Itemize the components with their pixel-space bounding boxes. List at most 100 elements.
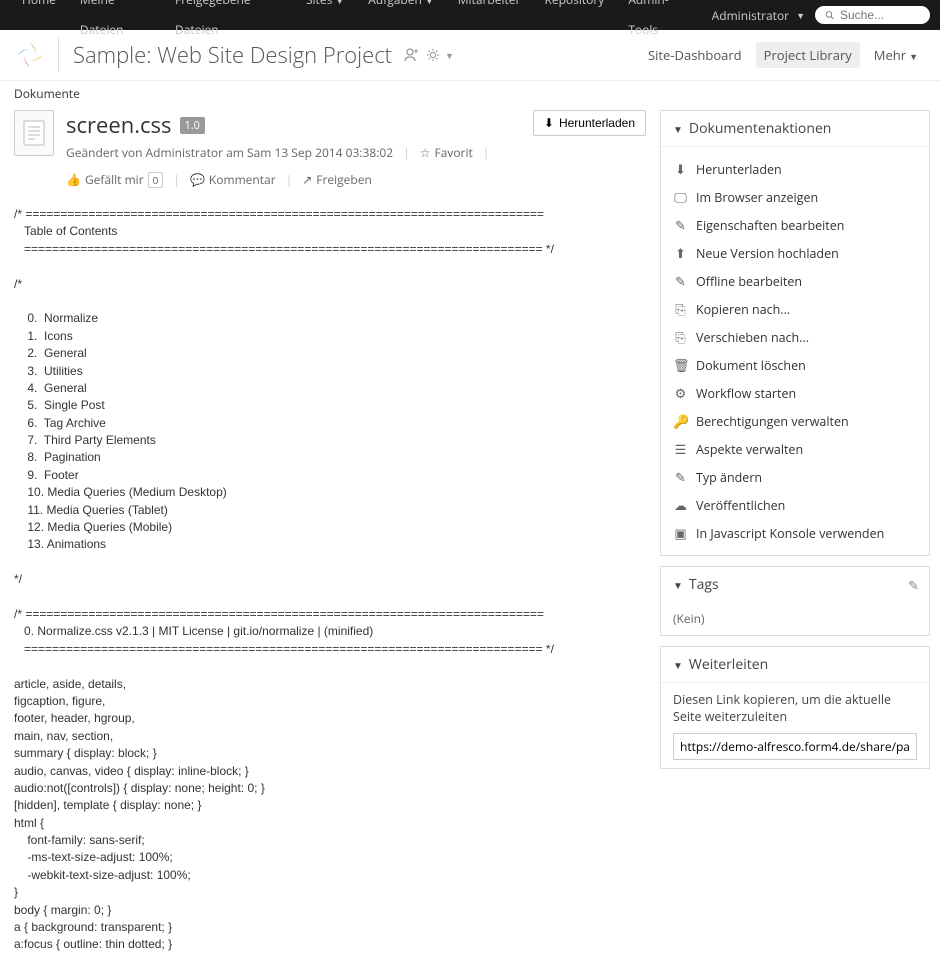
action-item[interactable]: ⬆ Neue Version hochladen bbox=[673, 239, 917, 267]
action-item[interactable]: ⎘ Verschieben nach... bbox=[673, 323, 917, 351]
action-label: Verschieben nach... bbox=[696, 329, 809, 346]
action-label: Offline bearbeiten bbox=[696, 273, 802, 290]
chevron-down-icon: ▼ bbox=[425, 0, 434, 7]
document-header: screen.css 1.0 Geändert von Administrato… bbox=[14, 110, 646, 188]
delete-icon: 🗑 bbox=[673, 356, 688, 374]
share-icon: ↗ bbox=[302, 171, 312, 188]
action-item[interactable]: ✎ Offline bearbeiten bbox=[673, 267, 917, 295]
gear-icon[interactable]: ▼ bbox=[426, 47, 454, 63]
nav-item[interactable]: Freigegebene Dateien bbox=[163, 0, 294, 45]
browser-icon: 🖵 bbox=[673, 188, 688, 206]
document-preview: /* =====================================… bbox=[14, 206, 646, 954]
site-nav-item[interactable]: Project Library bbox=[756, 42, 860, 68]
change-type-icon: ✎ bbox=[673, 468, 688, 486]
action-item[interactable]: 🔑 Berechtigungen verwalten bbox=[673, 407, 917, 435]
action-label: Typ ändern bbox=[696, 469, 762, 486]
chevron-down-icon: ▼ bbox=[335, 0, 344, 7]
action-label: Im Browser anzeigen bbox=[696, 189, 818, 206]
site-title: Sample: Web Site Design Project ▼ bbox=[73, 40, 640, 70]
document-type-icon bbox=[14, 110, 54, 156]
collapse-icon: ▼ bbox=[673, 658, 683, 672]
nav-item[interactable]: Sites▼ bbox=[294, 0, 356, 45]
actions-list: ⬇ Herunterladen 🖵 Im Browser anzeigen ✎ Eigen… bbox=[661, 147, 929, 555]
action-item[interactable]: 🗑 Dokument löschen bbox=[673, 351, 917, 379]
action-item[interactable]: ✎ Eigenschaften bearbeiten bbox=[673, 211, 917, 239]
share-panel: ▼Weiterleiten Diesen Link kopieren, um d… bbox=[660, 646, 930, 769]
chevron-down-icon: ▼ bbox=[796, 9, 805, 22]
user-name: Administrator bbox=[712, 7, 789, 24]
action-label: Neue Version hochladen bbox=[696, 245, 839, 262]
publish-icon: ☁ bbox=[673, 496, 688, 514]
action-label: Berechtigungen verwalten bbox=[696, 413, 849, 430]
panel-header[interactable]: ▼Tags bbox=[661, 567, 898, 602]
nav-item[interactable]: Aufgaben▼ bbox=[356, 0, 446, 45]
global-header: HomeMeine DateienFreigegebene DateienSit… bbox=[0, 0, 940, 30]
modified-text: Geändert von Administrator am Sam 13 Sep… bbox=[66, 144, 393, 161]
collapse-icon: ▼ bbox=[673, 578, 683, 592]
star-icon: ☆ bbox=[420, 144, 431, 161]
action-label: Veröffentlichen bbox=[696, 497, 785, 514]
share-message: Diesen Link kopieren, um die aktuelle Se… bbox=[673, 691, 917, 725]
action-item[interactable]: ☁ Veröffentlichen bbox=[673, 491, 917, 519]
action-label: Dokument löschen bbox=[696, 357, 806, 374]
comment-icon: 💬 bbox=[190, 171, 205, 188]
share-url-input[interactable] bbox=[673, 733, 917, 760]
document-title: screen.css 1.0 bbox=[66, 110, 521, 140]
download-button[interactable]: ⬇ Herunterladen bbox=[533, 110, 646, 136]
action-label: Workflow starten bbox=[696, 385, 796, 402]
global-nav: HomeMeine DateienFreigegebene DateienSit… bbox=[10, 0, 702, 45]
favorite-action[interactable]: ☆Favorit bbox=[420, 144, 473, 161]
action-label: In Javascript Konsole verwenden bbox=[696, 525, 884, 542]
copy-icon: ⎘ bbox=[673, 300, 688, 318]
tags-panel: ▼Tags ✎ (Kein) bbox=[660, 566, 930, 636]
action-label: Kopieren nach... bbox=[696, 301, 790, 318]
document-actions-panel: ▼Dokumentenaktionen ⬇ Herunterladen 🖵 Im Br… bbox=[660, 110, 930, 556]
search-input[interactable] bbox=[840, 8, 920, 22]
panel-header[interactable]: ▼Weiterleiten bbox=[661, 647, 929, 683]
nav-item[interactable]: Repository bbox=[532, 0, 616, 45]
members-icon[interactable] bbox=[402, 47, 418, 63]
nav-item[interactable]: Mitarbeiter bbox=[446, 0, 533, 45]
action-label: Aspekte verwalten bbox=[696, 441, 803, 458]
chevron-down-icon: ▼ bbox=[909, 50, 918, 63]
edit-tags-icon[interactable]: ✎ bbox=[898, 568, 929, 602]
panel-header[interactable]: ▼Dokumentenaktionen bbox=[661, 111, 929, 147]
like-count: 0 bbox=[148, 172, 164, 188]
nav-item[interactable]: Meine Dateien bbox=[68, 0, 163, 45]
breadcrumb[interactable]: Dokumente bbox=[0, 81, 940, 110]
action-item[interactable]: ☰ Aspekte verwalten bbox=[673, 435, 917, 463]
site-nav-item[interactable]: Site-Dashboard bbox=[640, 42, 750, 68]
version-badge: 1.0 bbox=[180, 117, 205, 134]
download-icon: ⬇ bbox=[673, 160, 688, 178]
action-label: Eigenschaften bearbeiten bbox=[696, 217, 844, 234]
thumbs-up-icon: 👍 bbox=[66, 171, 81, 188]
console-icon: ▣ bbox=[673, 524, 688, 542]
move-icon: ⎘ bbox=[673, 328, 688, 346]
comment-action[interactable]: 💬Kommentar bbox=[190, 171, 276, 188]
user-menu[interactable]: Administrator ▼ bbox=[702, 7, 815, 24]
aspects-icon: ☰ bbox=[673, 440, 688, 458]
action-item[interactable]: ▣ In Javascript Konsole verwenden bbox=[673, 519, 917, 547]
download-icon: ⬇ bbox=[544, 116, 554, 130]
action-item[interactable]: ⬇ Herunterladen bbox=[673, 155, 917, 183]
site-nav-item[interactable]: Mehr▼ bbox=[866, 42, 926, 68]
action-item[interactable]: ⎘ Kopieren nach... bbox=[673, 295, 917, 323]
action-item[interactable]: 🖵 Im Browser anzeigen bbox=[673, 183, 917, 211]
permissions-icon: 🔑 bbox=[673, 412, 688, 430]
nav-item[interactable]: Admin-Tools bbox=[616, 0, 701, 45]
alfresco-logo-icon bbox=[14, 39, 46, 71]
global-search[interactable] bbox=[815, 6, 930, 24]
edit-properties-icon: ✎ bbox=[673, 216, 688, 234]
like-action[interactable]: 👍Gefällt mir0 bbox=[66, 171, 163, 188]
workflow-icon: ⚙ bbox=[673, 384, 688, 402]
action-item[interactable]: ⚙ Workflow starten bbox=[673, 379, 917, 407]
tags-body: (Kein) bbox=[661, 602, 929, 635]
action-label: Herunterladen bbox=[696, 161, 782, 178]
edit-offline-icon: ✎ bbox=[673, 272, 688, 290]
action-item[interactable]: ✎ Typ ändern bbox=[673, 463, 917, 491]
search-icon bbox=[825, 9, 834, 21]
share-action[interactable]: ↗Freigeben bbox=[302, 171, 372, 188]
collapse-icon: ▼ bbox=[673, 122, 683, 136]
upload-version-icon: ⬆ bbox=[673, 244, 688, 262]
site-nav: Site-DashboardProject LibraryMehr▼ bbox=[640, 42, 926, 68]
